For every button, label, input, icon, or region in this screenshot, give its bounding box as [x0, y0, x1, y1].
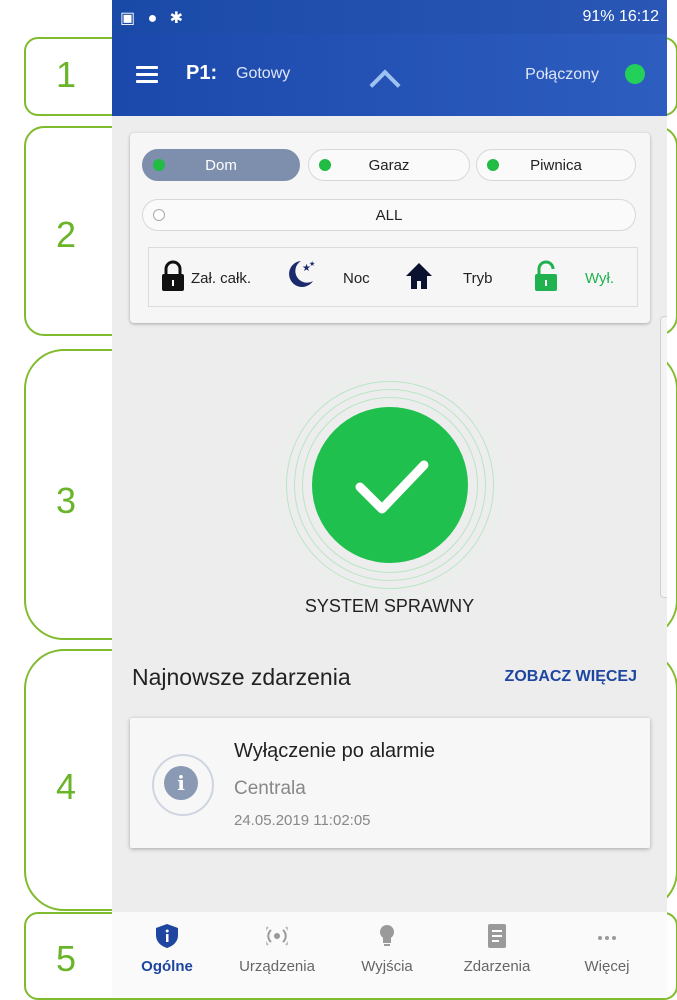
nav-label: Urządzenia — [239, 958, 315, 975]
system-status-section: SYSTEM SPRAWNY — [112, 350, 667, 640]
event-time: 24.05.2019 11:02:05 — [234, 812, 371, 829]
sensor-icon — [266, 926, 288, 946]
system-status-text: SYSTEM SPRAWNY — [304, 596, 475, 616]
more-icon — [598, 936, 616, 940]
partition-label[interactable]: P1: — [186, 62, 217, 85]
app-bar: P1: Gotowy Połączony — [112, 34, 667, 116]
menu-icon[interactable] — [136, 66, 158, 83]
connection-indicator — [625, 64, 645, 84]
checkmark-icon — [355, 460, 429, 514]
annotation-number-3: 3 — [56, 480, 77, 521]
status-left-icons: ▣ ● ✱ — [120, 10, 188, 27]
events-title: Najnowsze zdarzenia — [132, 664, 351, 690]
partition-card: Dom Garaz Piwnica ALL Zał. całk. ★ ★ Noc… — [130, 133, 650, 323]
padlock-closed-icon — [162, 260, 184, 291]
arm-modes-bar: Zał. całk. ★ ★ Noc Tryb Wył. — [148, 247, 638, 307]
partition-pill-dom[interactable]: Dom — [142, 149, 300, 181]
connection-status: Połączony — [525, 66, 599, 83]
partition-status: Gotowy — [236, 65, 291, 82]
bottom-navigation: Ogólne Urządzenia Wyjścia Zdarzenia Więc… — [112, 912, 667, 998]
bulb-icon — [380, 925, 394, 946]
nav-item-ogolne[interactable]: Ogólne — [112, 912, 222, 998]
nav-label: Ogólne — [141, 958, 193, 975]
partition-pill-label: Piwnica — [530, 157, 582, 174]
annotation-number-5: 5 — [56, 938, 77, 979]
chevron-up-icon[interactable] — [369, 69, 401, 101]
nav-item-urzadzenia[interactable]: Urządzenia — [222, 912, 332, 998]
mode-label: Noc — [343, 270, 370, 287]
house-icon — [406, 263, 432, 289]
partition-pill-garaz[interactable]: Garaz — [308, 149, 470, 181]
event-title: Wyłączenie po alarmie — [234, 740, 436, 762]
padlock-open-icon — [535, 260, 557, 291]
partition-pill-label: Dom — [205, 157, 237, 174]
svg-text:★: ★ — [309, 260, 315, 268]
event-card[interactable]: i Wyłączenie po alarmie Centrala 24.05.2… — [130, 718, 650, 848]
nav-label: Zdarzenia — [463, 958, 531, 975]
mode-label: Wył. — [585, 270, 615, 287]
status-battery-time: 91% 16:12 — [582, 8, 659, 25]
system-ok-indicator — [312, 407, 468, 563]
phone-screen: ▣ ● ✱ 91% 16:12 P1: Gotowy Połączony Dom… — [112, 0, 667, 998]
nav-item-wyjscia[interactable]: Wyjścia — [332, 912, 442, 998]
partition-pill-label: Garaz — [368, 157, 410, 174]
nav-label: Wyjścia — [361, 958, 413, 975]
annotation-number-2: 2 — [56, 214, 77, 255]
nav-item-wiecej[interactable]: Więcej — [552, 912, 662, 998]
nav-label: Więcej — [584, 958, 630, 975]
event-source: Centrala — [234, 778, 306, 799]
partition-pill-label: ALL — [375, 207, 403, 224]
status-bar: ▣ ● ✱ 91% 16:12 — [112, 0, 667, 34]
mode-label: Tryb — [463, 270, 493, 287]
annotation-number-4: 4 — [56, 766, 77, 807]
shield-icon — [156, 924, 178, 948]
partition-pill-all[interactable]: ALL — [142, 199, 636, 231]
partition-pill-piwnica[interactable]: Piwnica — [476, 149, 636, 181]
nav-item-zdarzenia[interactable]: Zdarzenia — [442, 912, 552, 998]
moon-stars-icon: ★ ★ — [289, 260, 315, 287]
see-more-link[interactable]: ZOBACZ WIĘCEJ — [505, 668, 637, 686]
mode-label: Zał. całk. — [191, 270, 252, 287]
document-icon — [488, 924, 506, 948]
annotation-number-1: 1 — [56, 54, 77, 95]
info-icon: i — [164, 766, 198, 800]
